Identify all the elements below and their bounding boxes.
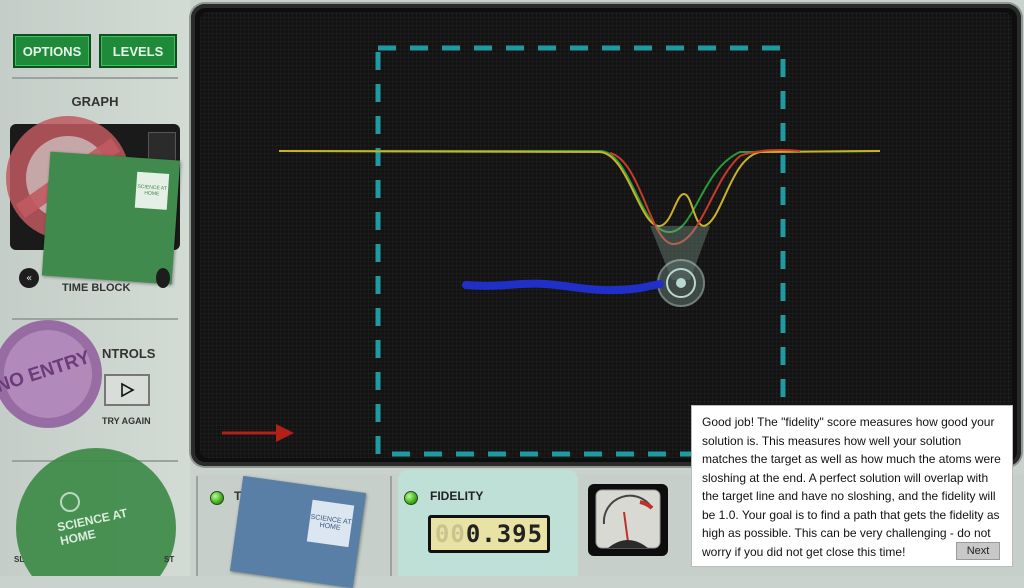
next-button[interactable]: Next — [956, 542, 1000, 560]
tutorial-text: Good job! The "fidelity" score measures … — [702, 415, 1001, 559]
potential-line — [278, 150, 881, 228]
bottom-right-label: ST — [164, 555, 175, 564]
fidelity-indicator-led-icon — [404, 491, 418, 505]
time-arrow-icon — [222, 424, 294, 442]
control-handle-icon — [657, 259, 705, 307]
target-line — [279, 150, 881, 234]
fidelity-label: FIDELITY — [430, 489, 484, 503]
fidelity-leading-digits: 00 — [434, 520, 466, 548]
divider — [390, 476, 392, 576]
tutorial-dialog: Good job! The "fidelity" score measures … — [692, 406, 1012, 566]
divider — [196, 476, 198, 576]
blue-science-sticker: SCIENCE AT HOME — [229, 475, 367, 588]
fidelity-value: 0.395 — [465, 520, 544, 548]
time-indicator-led-icon — [210, 491, 224, 505]
sloshing-gauge — [588, 484, 668, 556]
target-zone-box — [375, 45, 786, 457]
bottom-left-label: SL — [14, 555, 25, 564]
science-logo-icon: SCIENCE AT HOME — [306, 499, 355, 548]
gauge-dial-icon — [595, 489, 661, 549]
fidelity-display: 00 0.395 — [428, 515, 550, 553]
path-trace — [462, 279, 664, 295]
game-canvas[interactable] — [0, 0, 1024, 470]
